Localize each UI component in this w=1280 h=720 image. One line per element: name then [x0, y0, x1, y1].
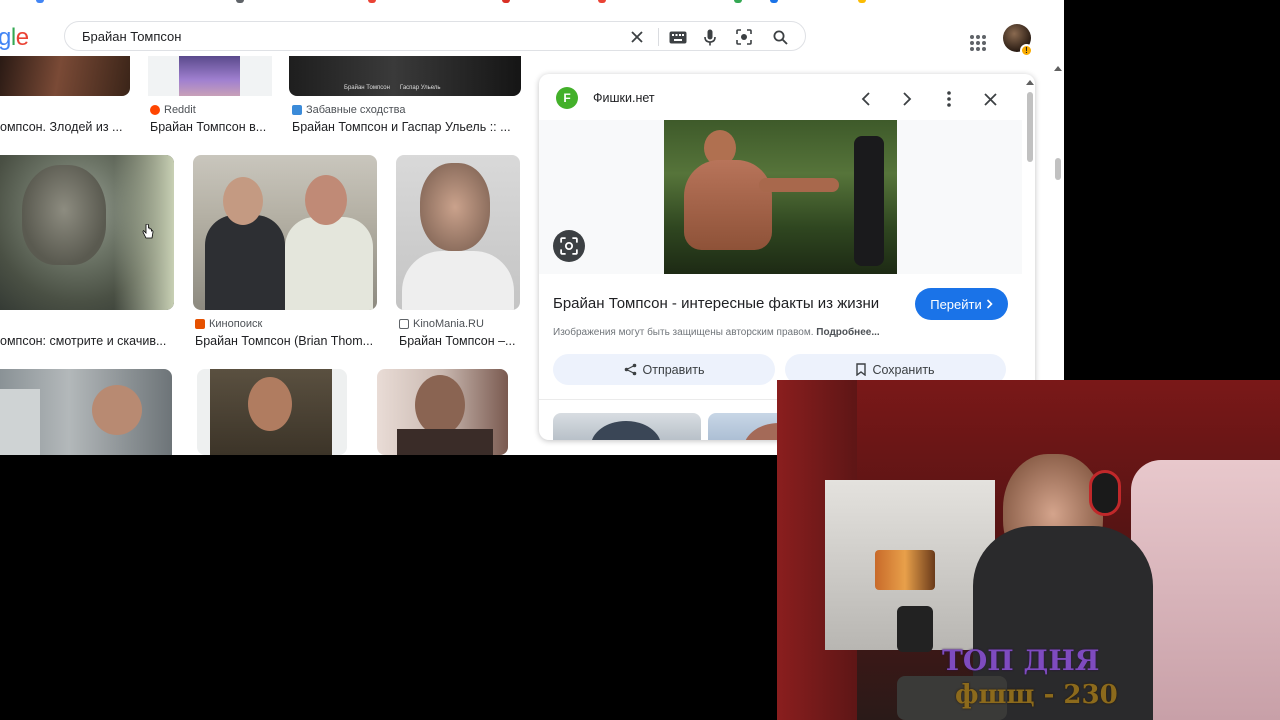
- panel-title[interactable]: Брайан Томпсон - интересные факты из жиз…: [553, 295, 879, 312]
- scroll-up-icon[interactable]: [1054, 66, 1062, 71]
- scrollbar-thumb[interactable]: [1027, 92, 1033, 162]
- result-title[interactable]: омпсон: смотрите и скачив...: [0, 334, 174, 348]
- result-image[interactable]: [148, 56, 272, 96]
- share-icon: [624, 363, 636, 376]
- share-button[interactable]: Отправить: [553, 354, 775, 385]
- result-image[interactable]: [193, 155, 377, 310]
- keyboard-icon[interactable]: [667, 26, 689, 48]
- mouse-pointer-icon: [142, 224, 154, 239]
- preview-image[interactable]: [664, 120, 897, 274]
- lens-icon[interactable]: [733, 26, 755, 48]
- panel-site-name[interactable]: Фишки.нет: [593, 91, 655, 105]
- result-title[interactable]: омпсон. Злодей из ...: [0, 120, 130, 134]
- result-image[interactable]: [377, 369, 508, 455]
- microphone-icon[interactable]: [699, 26, 721, 48]
- image-caption: Брайан Томпсон Гаспар Ульель: [344, 85, 441, 91]
- share-button-label: Отправить: [642, 362, 705, 377]
- close-panel-button[interactable]: [977, 86, 1003, 112]
- search-input[interactable]: Брайан Томпсон: [82, 29, 181, 44]
- result-title[interactable]: Брайан Томпсон –...: [399, 334, 521, 348]
- visit-button-label: Перейти: [930, 296, 982, 312]
- divider: [658, 28, 659, 46]
- result-title[interactable]: Брайан Томпсон в...: [150, 120, 274, 134]
- stream-overlay-subtitle: фшщ - 230: [955, 680, 1118, 710]
- scrollbar-thumb[interactable]: [1055, 158, 1061, 180]
- scroll-up-icon[interactable]: [1026, 80, 1034, 85]
- apps-grid-icon[interactable]: [969, 34, 987, 52]
- google-logo[interactable]: gle: [0, 26, 29, 50]
- chevron-right-icon: [986, 299, 993, 309]
- result-image[interactable]: Брайан Томпсон Гаспар Ульель: [289, 56, 521, 96]
- result-source[interactable]: Забавные сходства: [292, 104, 405, 116]
- stream-overlay-title: ТОП ДНЯ: [942, 644, 1100, 677]
- save-button-label: Сохранить: [872, 362, 935, 377]
- site-favicon-icon: [399, 319, 409, 329]
- warning-badge-icon: !: [1020, 44, 1033, 57]
- previous-image-button[interactable]: [853, 86, 879, 112]
- preview-image-area: [539, 120, 1022, 274]
- related-image[interactable]: [553, 413, 701, 440]
- bookmark-icon: [856, 363, 867, 376]
- site-favicon-icon: [292, 105, 302, 115]
- kinopoisk-icon: [195, 319, 205, 329]
- result-image[interactable]: [0, 369, 172, 455]
- more-options-icon[interactable]: [936, 86, 962, 112]
- next-image-button[interactable]: [894, 86, 920, 112]
- search-icon[interactable]: [769, 26, 791, 48]
- learn-more-link[interactable]: Подробнее...: [816, 327, 879, 338]
- search-header: gle Брайан Томпсон !: [0, 6, 1064, 62]
- result-source[interactable]: Reddit: [150, 104, 196, 116]
- result-image[interactable]: [197, 369, 347, 455]
- search-box[interactable]: Брайан Томпсон: [64, 21, 806, 51]
- clear-icon[interactable]: [626, 26, 648, 48]
- visit-button[interactable]: Перейти: [915, 288, 1008, 320]
- result-image[interactable]: [0, 56, 130, 96]
- result-source[interactable]: KinoMania.RU: [399, 318, 484, 330]
- site-favicon-icon[interactable]: F: [556, 87, 578, 109]
- copyright-notice: Изображения могут быть защищены авторски…: [553, 327, 880, 338]
- result-title[interactable]: Брайан Томпсон и Гаспар Ульель :: ...: [292, 120, 520, 134]
- result-source[interactable]: Кинопоиск: [195, 318, 262, 330]
- visual-search-icon[interactable]: [553, 230, 585, 262]
- result-title[interactable]: Брайан Томпсон (Brian Thom...: [195, 334, 377, 348]
- reddit-icon: [150, 105, 160, 115]
- result-image[interactable]: [396, 155, 520, 310]
